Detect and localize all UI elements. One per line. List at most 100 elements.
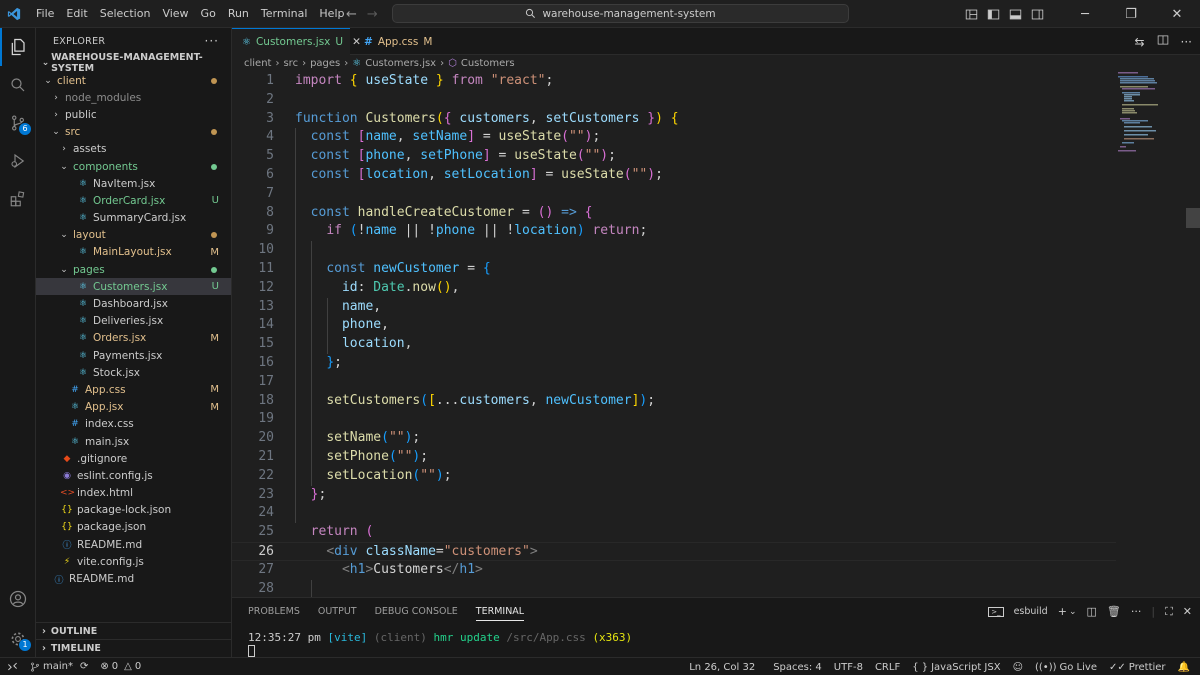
tree-file-app-jsx[interactable]: ⚛ App.jsx M — [36, 399, 231, 416]
tree-file-readme-md[interactable]: ⓘ README.md — [36, 570, 231, 587]
minimize-icon[interactable]: ─ — [1062, 0, 1108, 28]
menu-item-terminal[interactable]: Terminal — [255, 0, 314, 28]
timeline-section[interactable]: › TIMELINE — [36, 639, 232, 656]
tree-file-orders-jsx[interactable]: ⚛ Orders.jsx M — [36, 330, 231, 347]
tree-file-package-json[interactable]: {} package.json — [36, 519, 231, 536]
more-actions-icon[interactable]: ··· — [205, 34, 219, 48]
remote-indicator-icon[interactable] — [0, 658, 24, 675]
trash-icon[interactable]: 🗑 — [1107, 605, 1121, 618]
menu-item-file[interactable]: File — [30, 0, 60, 28]
cursor-position[interactable]: Ln 26, Col 32 — [683, 662, 761, 673]
tab-terminal[interactable]: TERMINAL — [475, 606, 525, 621]
menu-item-edit[interactable]: Edit — [60, 0, 93, 28]
tab-output[interactable]: OUTPUT — [318, 606, 357, 617]
manage-gear-icon[interactable]: 1 — [0, 620, 36, 658]
terminal-name[interactable]: esbuild — [1014, 606, 1048, 617]
tab-customers-jsx[interactable]: ⚛ Customers.jsx U ✕ — [232, 28, 361, 55]
minimap[interactable] — [1116, 72, 1200, 597]
tree-file-main-jsx[interactable]: ⚛ main.jsx — [36, 433, 231, 450]
toggle-panel-icon[interactable] — [1004, 0, 1026, 28]
breadcrumb-item[interactable]: src — [283, 58, 298, 69]
compare-changes-icon[interactable]: ⇆ — [1134, 35, 1144, 49]
tree-file-ordercard-jsx[interactable]: ⚛ OrderCard.jsx U — [36, 192, 231, 209]
tree-file-summarycard-jsx[interactable]: ⚛ SummaryCard.jsx — [36, 210, 231, 227]
tree-folder-assets[interactable]: › assets — [36, 141, 231, 158]
breadcrumb-item[interactable]: client — [244, 58, 271, 69]
split-terminal-icon[interactable]: ◫ — [1086, 605, 1096, 618]
tab-problems[interactable]: PROBLEMS — [248, 606, 300, 617]
tree-folder-components[interactable]: ⌄ components — [36, 158, 231, 175]
tree-file-vite-config-js[interactable]: ⚡ vite.config.js — [36, 553, 231, 570]
project-root[interactable]: ⌄ WAREHOUSE-MANAGEMENT-SYSTEM — [36, 52, 231, 74]
tree-file-index-css[interactable]: # index.css — [36, 416, 231, 433]
toggle-primary-sidebar-icon[interactable] — [982, 0, 1004, 28]
tree-file-dashboard-jsx[interactable]: ⚛ Dashboard.jsx — [36, 295, 231, 312]
more-actions-icon[interactable]: ··· — [1181, 35, 1192, 49]
tree-file-customers-jsx[interactable]: ⚛ Customers.jsx U — [36, 278, 231, 296]
tree-file-readme-md[interactable]: ⓘ README.md — [36, 536, 231, 553]
menu-item-go[interactable]: Go — [195, 0, 222, 28]
line-number: 28 — [258, 580, 274, 596]
tree-file-app-css[interactable]: # App.css M — [36, 381, 231, 398]
tree-file-navitem-jsx[interactable]: ⚛ NavItem.jsx — [36, 175, 231, 192]
tree-file-stock-jsx[interactable]: ⚛ Stock.jsx — [36, 364, 231, 381]
tree-folder-client[interactable]: ⌄ client — [36, 72, 231, 89]
tab-debug-console[interactable]: DEBUG CONSOLE — [375, 606, 458, 617]
prettier-button[interactable]: ✓✓ Prettier — [1103, 662, 1172, 673]
menu-item-selection[interactable]: Selection — [94, 0, 157, 28]
toggle-secondary-sidebar-icon[interactable] — [1026, 0, 1048, 28]
tree-file-gitignore[interactable]: ◆ .gitignore — [36, 450, 231, 467]
tree-file-eslint-config-js[interactable]: ◉ eslint.config.js — [36, 467, 231, 484]
tree-folder-node-modules[interactable]: › node_modules — [36, 89, 231, 106]
breadcrumb-item[interactable]: Customers.jsx — [365, 58, 436, 69]
explorer-icon[interactable] — [0, 28, 36, 66]
breadcrumb-item[interactable]: Customers — [461, 58, 515, 69]
extensions-icon[interactable] — [0, 180, 36, 218]
back-arrow-icon[interactable]: ← — [346, 7, 357, 22]
run-debug-icon[interactable] — [0, 142, 36, 180]
branch-indicator[interactable]: main* ⟳ — [24, 661, 94, 672]
restore-icon[interactable]: ❐ — [1108, 0, 1154, 28]
forward-arrow-icon[interactable]: → — [367, 7, 378, 22]
maximize-panel-icon[interactable]: ⛶ — [1165, 605, 1173, 619]
tree-item-label: README.md — [69, 573, 135, 586]
more-actions-icon[interactable]: ··· — [1131, 605, 1142, 618]
source-control-icon[interactable]: 6 — [0, 104, 36, 142]
project-name: WAREHOUSE-MANAGEMENT-SYSTEM — [51, 52, 203, 74]
go-live-button[interactable]: ((•)) Go Live — [1029, 662, 1103, 673]
search-view-icon[interactable] — [0, 66, 36, 104]
editor-scrollbar[interactable] — [1186, 208, 1200, 228]
outline-section[interactable]: › OUTLINE — [36, 622, 232, 639]
command-center-search[interactable]: warehouse-management-system — [392, 4, 849, 23]
chevron-down-icon[interactable]: ⌄ — [1069, 607, 1077, 617]
language-mode[interactable]: { } JavaScript JSX — [906, 662, 1006, 673]
tree-folder-public[interactable]: › public — [36, 106, 231, 123]
encoding[interactable]: UTF-8 — [828, 662, 869, 673]
tree-file-package-lock-json[interactable]: {} package-lock.json — [36, 502, 231, 519]
menu-item-help[interactable]: Help — [313, 0, 350, 28]
menu-item-run[interactable]: Run — [222, 0, 255, 28]
split-editor-icon[interactable] — [1157, 34, 1169, 49]
tree-file-payments-jsx[interactable]: ⚛ Payments.jsx — [36, 347, 231, 364]
tree-folder-pages[interactable]: ⌄ pages — [36, 261, 231, 278]
close-panel-icon[interactable]: ✕ — [1183, 605, 1192, 618]
tree-file-index-html[interactable]: <> index.html — [36, 485, 231, 502]
problems-indicator[interactable]: ⊗ 0 △ 0 — [94, 661, 147, 672]
tab-app-css[interactable]: # App.css M — [354, 28, 442, 55]
end-of-line[interactable]: CRLF — [869, 662, 906, 673]
notifications-bell-icon[interactable]: 🔔 — [1172, 662, 1196, 673]
customize-layout-icon[interactable] — [960, 0, 982, 28]
copilot-icon[interactable]: ☺ — [1007, 662, 1029, 673]
indentation[interactable]: Spaces: 4 — [767, 662, 828, 673]
tree-file-mainlayout-jsx[interactable]: ⚛ MainLayout.jsx M — [36, 244, 231, 261]
accounts-icon[interactable] — [0, 580, 36, 618]
tree-folder-src[interactable]: ⌄ src — [36, 124, 231, 141]
menu-item-view[interactable]: View — [156, 0, 194, 28]
close-window-icon[interactable]: ✕ — [1154, 0, 1200, 28]
new-terminal-icon[interactable]: + — [1058, 605, 1067, 618]
code-editor[interactable]: 1 import { useState } from "react"; 2 3 func… — [232, 72, 1200, 597]
tree-folder-layout[interactable]: ⌄ layout — [36, 227, 231, 244]
breadcrumb-item[interactable]: pages — [310, 58, 340, 69]
tree-file-deliveries-jsx[interactable]: ⚛ Deliveries.jsx — [36, 313, 231, 330]
